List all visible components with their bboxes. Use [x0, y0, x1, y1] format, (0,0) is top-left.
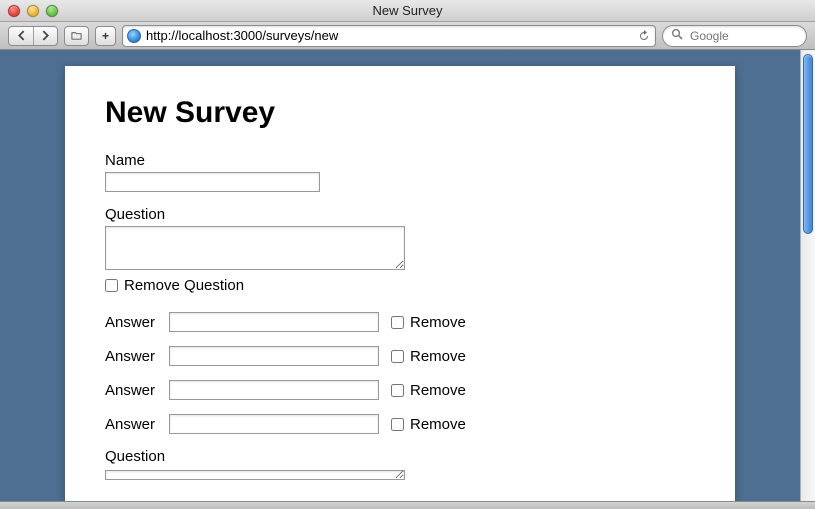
globe-icon [127, 29, 141, 43]
url-bar[interactable]: http://localhost:3000/surveys/new [122, 25, 656, 47]
remove-answer-label: Remove [410, 348, 466, 365]
answer-label: Answer [105, 314, 163, 331]
forward-button[interactable] [33, 27, 57, 45]
bookmarks-icon [71, 30, 82, 41]
bookmarks-button[interactable] [64, 26, 89, 46]
search-bar[interactable] [662, 25, 807, 47]
answer-row: Answer Remove [105, 414, 695, 434]
nav-back-forward [8, 26, 58, 46]
question-field: Question [105, 448, 695, 483]
minimize-window-button[interactable] [27, 5, 39, 17]
remove-answer-label: Remove [410, 314, 466, 331]
question-textarea[interactable] [105, 226, 405, 270]
answer-input[interactable] [169, 346, 379, 366]
vertical-scrollbar[interactable] [800, 50, 815, 501]
scrollbar-thumb[interactable] [803, 54, 813, 234]
answer-label: Answer [105, 416, 163, 433]
search-input[interactable] [688, 28, 815, 44]
question-label: Question [105, 206, 695, 223]
question-field: Question [105, 206, 695, 273]
page-heading: New Survey [105, 96, 695, 130]
back-button[interactable] [9, 27, 33, 45]
answer-input[interactable] [169, 380, 379, 400]
remove-answer-checkbox[interactable] [391, 316, 404, 329]
remove-answer-checkbox[interactable] [391, 384, 404, 397]
back-icon [16, 30, 27, 41]
name-field: Name [105, 152, 695, 192]
answer-label: Answer [105, 382, 163, 399]
answer-row: Answer Remove [105, 312, 695, 332]
url-text: http://localhost:3000/surveys/new [146, 28, 632, 43]
answer-label: Answer [105, 348, 163, 365]
search-icon [671, 28, 683, 43]
remove-question-checkbox[interactable] [105, 279, 118, 292]
window-statusbar [0, 501, 815, 509]
reload-button[interactable] [637, 29, 651, 43]
remove-answer-label: Remove [410, 382, 466, 399]
browser-toolbar: + http://localhost:3000/surveys/new [0, 22, 815, 50]
name-label: Name [105, 152, 695, 169]
forward-icon [40, 30, 51, 41]
remove-question-label: Remove Question [124, 277, 244, 294]
remove-answer-checkbox[interactable] [391, 350, 404, 363]
answer-input[interactable] [169, 312, 379, 332]
remove-answer-label: Remove [410, 416, 466, 433]
window-title: New Survey [0, 3, 815, 18]
add-bookmark-button[interactable]: + [95, 26, 116, 46]
answer-row: Answer Remove [105, 346, 695, 366]
answer-input[interactable] [169, 414, 379, 434]
zoom-window-button[interactable] [46, 5, 58, 17]
page-card: New Survey Name Question Remove Question… [65, 66, 735, 501]
answer-row: Answer Remove [105, 380, 695, 400]
name-input[interactable] [105, 172, 320, 192]
browser-viewport: New Survey Name Question Remove Question… [0, 50, 815, 501]
window-titlebar: New Survey [0, 0, 815, 22]
question-textarea[interactable] [105, 470, 405, 480]
close-window-button[interactable] [8, 5, 20, 17]
remove-answer-checkbox[interactable] [391, 418, 404, 431]
remove-question-row: Remove Question [105, 277, 695, 294]
question-label: Question [105, 448, 695, 465]
reload-icon [638, 30, 650, 42]
